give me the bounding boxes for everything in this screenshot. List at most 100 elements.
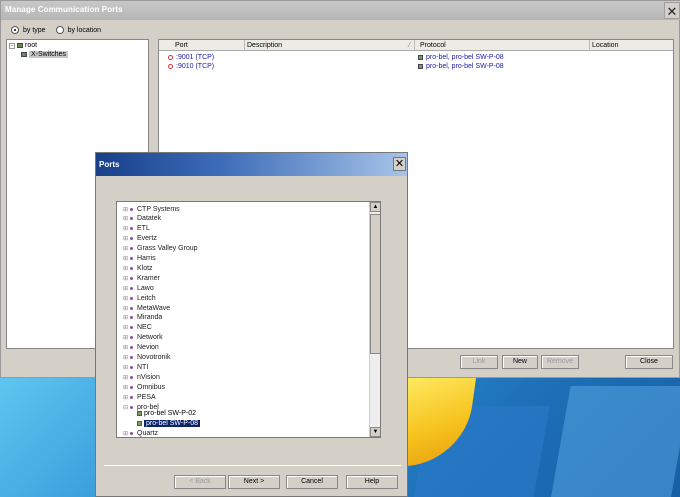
expand-icon[interactable]: ⊞ <box>123 344 128 351</box>
bullet-icon <box>130 365 133 369</box>
table-row[interactable]: :9010 (TCP) pro-bel, pro-bel SW-P-08 <box>159 62 673 72</box>
radio-by-location[interactable]: by location <box>55 26 102 34</box>
list-item-vendor[interactable]: ⊞ Leitch <box>123 293 156 303</box>
list-item-vendor[interactable]: ⊞ NEC <box>123 323 152 333</box>
column-header-description[interactable]: Description <box>247 42 282 49</box>
remove-button[interactable]: Remove <box>541 355 579 369</box>
list-item-vendor[interactable]: ⊞ Nevion <box>123 343 159 353</box>
tree-node-root[interactable]: − root <box>9 42 37 49</box>
tree-label: X-Switches <box>29 51 69 58</box>
radio-by-type[interactable]: by type <box>11 26 46 34</box>
expand-icon[interactable]: ⊞ <box>123 364 128 371</box>
list-item-vendor[interactable]: ⊞ Kramer <box>123 273 160 283</box>
list-item-vendor[interactable]: ⊞ Omnibus <box>123 382 165 392</box>
radio-label: by location <box>67 26 102 34</box>
expand-icon[interactable]: ⊞ <box>123 324 128 331</box>
bullet-icon <box>130 276 133 280</box>
list-item-vendor[interactable]: ⊞ PESA <box>123 392 156 402</box>
list-item-vendor[interactable]: ⊞ nVision <box>123 372 160 382</box>
protocol-cell: pro-bel, pro-bel SW-P-08 <box>418 63 504 70</box>
bullet-icon <box>130 296 133 300</box>
switch-icon <box>21 52 27 57</box>
close-icon[interactable]: ✕ <box>664 2 680 19</box>
expand-icon[interactable]: ⊞ <box>123 285 128 292</box>
list-item-vendor[interactable]: ⊞ Evertz <box>123 234 157 244</box>
list-item-vendor[interactable]: ⊞ CTP Systems <box>123 204 180 214</box>
expand-icon[interactable]: ⊞ <box>123 265 128 272</box>
back-button[interactable]: < Back <box>174 475 226 489</box>
column-header-protocol[interactable]: Protocol <box>420 42 446 49</box>
collapse-icon[interactable]: − <box>9 42 15 49</box>
column-header-location[interactable]: Location <box>592 42 618 49</box>
list-item-quartz[interactable]: ⊞ Quartz <box>123 428 158 437</box>
expand-icon[interactable]: ⊞ <box>123 334 128 341</box>
protocol-cell: pro-bel, pro-bel SW-P-08 <box>418 54 504 61</box>
port-icon <box>168 63 173 69</box>
expand-icon[interactable]: ⊞ <box>123 305 128 312</box>
vendor-tree[interactable]: ⊞ CTP Systems ⊞ Datatek ⊞ ETL ⊞ Evertz ⊞ Grass Va… <box>116 201 381 438</box>
list-item-vendor[interactable]: ⊞ Lawo <box>123 283 154 293</box>
sort-icon: ⁄ <box>409 42 411 49</box>
port-value: :9010 (TCP) <box>176 63 215 70</box>
column-divider[interactable] <box>414 40 415 51</box>
expand-icon[interactable]: ⊞ <box>123 215 128 222</box>
bullet-icon <box>130 375 133 379</box>
close-button[interactable]: Close <box>625 355 673 369</box>
expand-icon[interactable]: ⊞ <box>123 255 128 262</box>
list-item-vendor[interactable]: ⊞ Klotz <box>123 263 153 273</box>
list-item-vendor[interactable]: ⊞ Novotronik <box>123 353 170 363</box>
vertical-scrollbar[interactable]: ▲ ▼ <box>369 202 380 437</box>
list-item-vendor[interactable]: ⊞ ETL <box>123 224 150 234</box>
bullet-icon <box>130 395 133 399</box>
expand-icon[interactable]: ⊞ <box>123 430 128 437</box>
column-header-port[interactable]: Port <box>175 42 188 49</box>
bullet-icon <box>130 405 133 409</box>
scroll-thumb[interactable] <box>370 214 380 354</box>
expand-icon[interactable]: ⊞ <box>123 235 128 242</box>
list-item-probel-sw-p-02[interactable]: pro-bel SW-P-02 <box>137 408 196 418</box>
bullet-icon <box>130 247 133 251</box>
bullet-icon <box>130 306 133 310</box>
close-icon[interactable]: ✕ <box>393 157 406 171</box>
list-item-label: Kramer <box>137 274 160 282</box>
expand-icon[interactable]: ⊞ <box>123 354 128 361</box>
scroll-down-icon[interactable]: ▼ <box>370 427 380 437</box>
list-item-vendor[interactable]: ⊞ Grass Valley Group <box>123 244 198 254</box>
expand-icon[interactable]: ⊞ <box>123 206 128 213</box>
port-icon <box>168 54 173 60</box>
new-button[interactable]: New <box>502 355 538 369</box>
link-button[interactable]: Link <box>460 355 498 369</box>
collapse-icon[interactable]: ⊟ <box>123 404 128 411</box>
view-options: by type by location <box>11 26 101 34</box>
column-divider[interactable] <box>589 40 590 51</box>
window-title: Manage Communication Ports <box>5 5 123 14</box>
list-item-vendor[interactable]: ⊞ Datatek <box>123 214 161 224</box>
column-divider[interactable] <box>244 40 245 51</box>
expand-icon[interactable]: ⊞ <box>123 275 128 282</box>
expand-icon[interactable]: ⊞ <box>123 374 128 381</box>
bullet-icon <box>130 207 133 211</box>
list-item-vendor[interactable]: ⊞ Harris <box>123 254 156 264</box>
list-item-label: pro-bel SW-P-02 <box>144 409 197 417</box>
list-item-label: Evertz <box>137 235 157 243</box>
help-button[interactable]: Help <box>346 475 398 489</box>
tree-node-x-switches[interactable]: X-Switches <box>21 51 69 58</box>
list-item-vendor[interactable]: ⊞ Network <box>123 333 163 343</box>
list-item-vendor[interactable]: ⊞ NTI <box>123 362 148 372</box>
list-item-probel-sw-p-08[interactable]: pro-bel SW-P-08 <box>137 418 201 428</box>
scroll-up-icon[interactable]: ▲ <box>370 202 380 212</box>
expand-icon[interactable]: ⊞ <box>123 394 128 401</box>
next-button[interactable]: Next > <box>228 475 280 489</box>
list-item-vendor[interactable]: ⊞ MetaWave <box>123 303 170 313</box>
expand-icon[interactable]: ⊞ <box>123 245 128 252</box>
cancel-button[interactable]: Cancel <box>286 475 338 489</box>
list-item-vendor[interactable]: ⊞ Miranda <box>123 313 162 323</box>
expand-icon[interactable]: ⊞ <box>123 314 128 321</box>
divider <box>104 465 401 466</box>
list-item-label: pro-bel SW-P-08 <box>144 419 201 427</box>
bullet-icon <box>130 266 133 270</box>
expand-icon[interactable]: ⊞ <box>123 295 128 302</box>
expand-icon[interactable]: ⊞ <box>123 384 128 391</box>
list-item-label: ETL <box>137 225 150 233</box>
expand-icon[interactable]: ⊞ <box>123 225 128 232</box>
